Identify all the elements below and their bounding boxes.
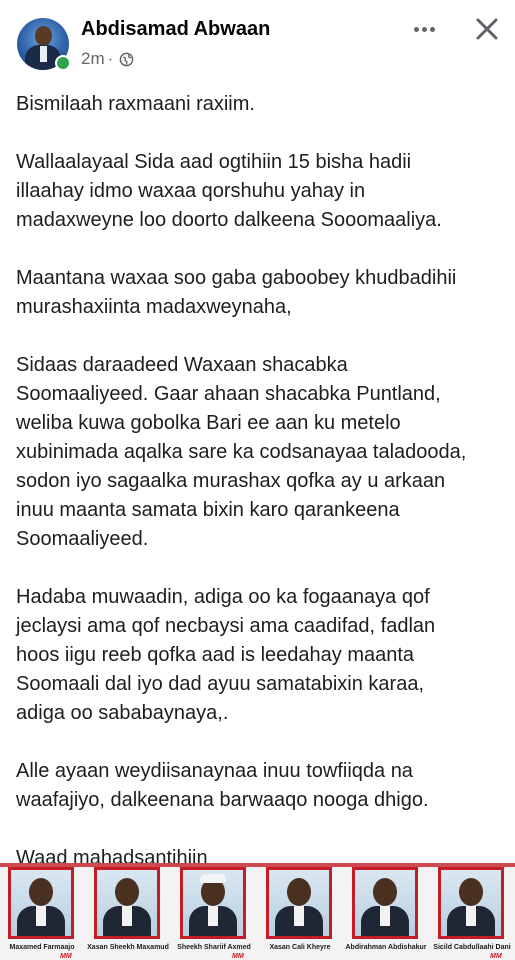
- more-dot: [421, 26, 427, 32]
- candidate-name: Xasan Cali Kheyre: [269, 944, 331, 951]
- avatar-head: [35, 26, 52, 46]
- post-header: Abdisamad Abwaan 2m ·: [0, 0, 515, 86]
- post-paragraph: Hadaba muwaadin, adiga oo ka fogaanaya q…: [16, 586, 436, 724]
- candidate-photo: [180, 867, 246, 939]
- candidate-logo: MM: [60, 953, 72, 960]
- post-meta: 2m ·: [81, 49, 134, 69]
- meta-separator: ·: [107, 49, 114, 68]
- candidate-card: Xasan Sheekh Maxamud: [86, 863, 170, 960]
- candidate-logo: MM: [490, 953, 502, 960]
- post-paragraph: Bismilaah raxmaani raxiim.: [16, 93, 255, 115]
- candidate-card: Abdirahman Abdishakur: [344, 863, 428, 960]
- candidate-card: Maxamed Farmaajo MM: [0, 863, 84, 960]
- post-paragraph: Sidaas daraadeed Waxaan shacabka Soomaal…: [16, 354, 467, 550]
- candidate-name: Maxamed Farmaajo: [9, 944, 75, 951]
- candidate-name: Sheekh Shariif Axmed: [177, 944, 251, 951]
- candidate-name: Sicild Cabdullaahi Dani: [433, 944, 511, 951]
- candidate-photo: [266, 867, 332, 939]
- candidate-card: Xasan Cali Kheyre: [258, 863, 342, 960]
- candidate-image-strip[interactable]: Maxamed Farmaajo MM Xasan Sheekh Maxamud…: [0, 863, 515, 960]
- post-time[interactable]: 2m: [81, 49, 105, 69]
- more-options-icon[interactable]: [411, 16, 437, 42]
- candidate-name: Abdirahman Abdishakur: [345, 944, 427, 951]
- post-paragraph: Alle ayaan weydiisanaynaa inuu towfiiqda…: [16, 760, 429, 811]
- candidate-logo: MM: [232, 953, 244, 960]
- globe-icon[interactable]: [119, 52, 134, 67]
- more-dot: [413, 26, 419, 32]
- post-body: Bismilaah raxmaani raxiim. Wallaalayaal …: [16, 90, 506, 902]
- candidate-photo: [438, 867, 504, 939]
- candidate-name: Xasan Sheekh Maxamud: [87, 944, 169, 951]
- candidate-photo: [8, 867, 74, 939]
- candidate-photo: [352, 867, 418, 939]
- online-status-dot: [55, 55, 71, 71]
- candidate-card: Sicild Cabdullaahi Dani MM: [430, 863, 514, 960]
- avatar-shirt: [40, 46, 47, 62]
- candidate-photo: [94, 867, 160, 939]
- post-paragraph: Wallaalayaal Sida aad ogtihiin 15 bisha …: [16, 151, 442, 231]
- more-dot: [429, 26, 435, 32]
- close-icon[interactable]: [474, 16, 500, 42]
- candidate-card: Sheekh Shariif Axmed MM: [172, 863, 256, 960]
- post-paragraph: Maantana waxaa soo gaba gaboobey khudbad…: [16, 267, 457, 318]
- author-name[interactable]: Abdisamad Abwaan: [81, 18, 270, 41]
